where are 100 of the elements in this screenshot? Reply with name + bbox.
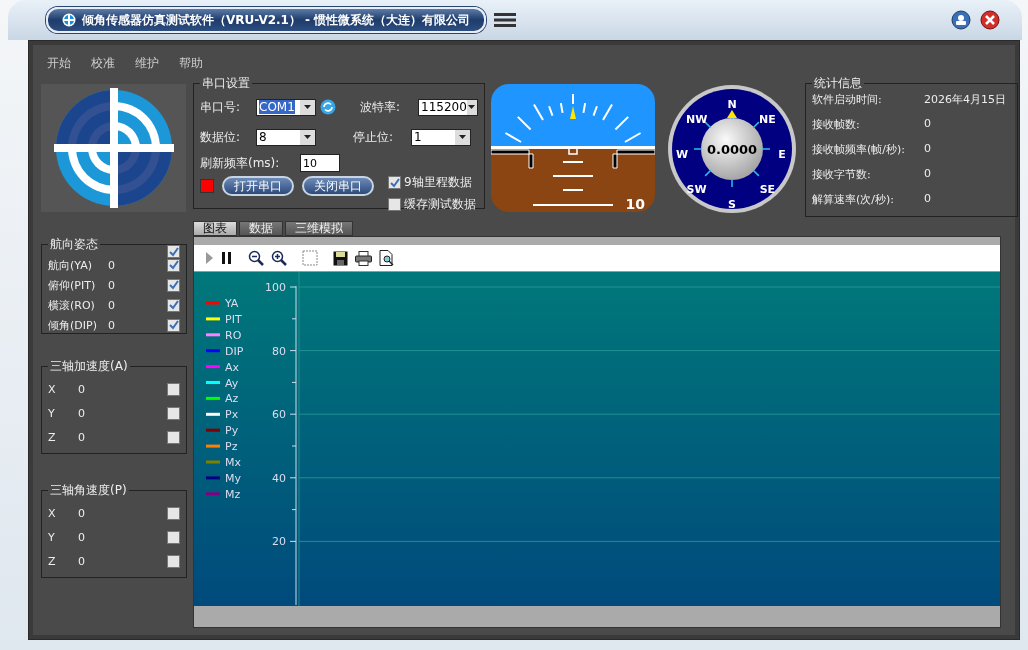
close-button[interactable] xyxy=(980,10,1000,30)
legend-label: Mx xyxy=(225,456,241,469)
channel-value: 0 xyxy=(78,382,86,396)
stop-bits-dropdown[interactable]: 1 xyxy=(411,128,471,146)
play-icon[interactable] xyxy=(204,251,214,265)
channel-label: 俯仰(PIT) xyxy=(48,277,97,293)
dropdown-arrow-icon xyxy=(468,105,476,109)
stat-label: 解算速率(次/秒): xyxy=(812,192,895,207)
field-label: 数据位: xyxy=(200,128,242,146)
checkbox[interactable] xyxy=(167,298,180,312)
checkbox[interactable] xyxy=(167,318,180,332)
compass-direction: SW xyxy=(686,182,707,196)
legend-label: Ay xyxy=(225,376,239,390)
menu-item[interactable]: 校准 xyxy=(91,54,115,72)
y-tick-label: 60 xyxy=(272,408,286,422)
legend-label: PIT xyxy=(225,312,242,326)
stat-label: 接收字节数: xyxy=(812,167,872,182)
field-label: 串口号: xyxy=(200,98,242,116)
channel-label: 倾角(DIP) xyxy=(48,317,98,333)
logo-icon xyxy=(62,13,76,27)
legend-label: Pz xyxy=(225,440,238,454)
legend-label: DIP xyxy=(225,344,244,358)
channel-value: 0 xyxy=(108,298,116,312)
channel-value: 0 xyxy=(78,430,86,444)
pause-icon[interactable] xyxy=(221,251,233,265)
channel-label: Z xyxy=(48,430,57,444)
save-icon[interactable] xyxy=(333,250,348,266)
channel-label: Y xyxy=(48,406,56,420)
field-label: 刷新频率(ms): xyxy=(200,154,281,172)
compass-direction: S xyxy=(728,197,736,211)
baud-dropdown[interactable]: 115200 xyxy=(418,98,478,116)
channel-value: 0 xyxy=(78,506,86,520)
dropdown-arrow-icon xyxy=(459,135,466,139)
checkbox[interactable] xyxy=(167,554,180,568)
checkbox[interactable] xyxy=(167,278,180,292)
compass-direction: W xyxy=(675,147,689,161)
print-preview-icon[interactable] xyxy=(379,250,394,266)
minimize-button[interactable] xyxy=(951,10,971,30)
channel-value: 0 xyxy=(78,530,86,544)
channel-label: X xyxy=(48,382,57,396)
window-title: 倾角传感器仿真测试软件（VRU-V2.1） - 惯性微系统（大连）有限公司 xyxy=(46,7,487,33)
channel-value: 0 xyxy=(108,318,116,332)
tab[interactable]: 数据 xyxy=(239,221,283,236)
checkbox[interactable] xyxy=(167,530,180,544)
close-port-button[interactable]: 关闭串口 xyxy=(302,176,374,196)
channel-label: Z xyxy=(48,554,57,568)
pitch-reading: 10 xyxy=(625,196,645,212)
menu-item[interactable]: 开始 xyxy=(47,54,71,72)
checkbox-label: 9轴里程数据 xyxy=(404,174,472,191)
field-label: 波特率: xyxy=(360,98,402,116)
refresh-icon[interactable] xyxy=(320,99,336,115)
dropdown-arrow-icon xyxy=(304,105,311,109)
refresh-rate-field[interactable]: 10 xyxy=(300,154,340,172)
compass-direction: E xyxy=(778,147,786,161)
tab[interactable]: 三维模拟 xyxy=(285,221,353,236)
checkbox[interactable] xyxy=(167,382,180,396)
checkbox[interactable] xyxy=(167,406,180,420)
data-bits-dropdown[interactable]: 8 xyxy=(256,128,316,146)
menu-item[interactable]: 帮助 xyxy=(179,54,203,72)
legend-label: Px xyxy=(225,408,239,422)
compass-direction: NW xyxy=(685,112,708,126)
stat-value: 0 xyxy=(924,192,931,205)
dropdown-arrow-icon xyxy=(304,135,311,139)
zoom-in-icon[interactable] xyxy=(271,250,287,266)
tab[interactable]: 图表 xyxy=(193,221,237,236)
y-tick-label: 80 xyxy=(272,344,286,358)
legend-label: Az xyxy=(225,392,239,406)
channel-label: Y xyxy=(48,530,56,544)
group-title: 航向姿态 xyxy=(50,237,98,251)
checkbox[interactable] xyxy=(388,198,401,211)
checkbox-label: 缓存测试数据 xyxy=(404,196,476,213)
checkbox[interactable] xyxy=(167,245,180,258)
menu-item[interactable]: 维护 xyxy=(135,54,159,72)
port-dropdown[interactable]: COM1 xyxy=(256,98,316,116)
checkbox[interactable] xyxy=(167,258,180,272)
legend-label: Mz xyxy=(225,487,241,501)
stat-value: 0 xyxy=(924,142,931,155)
legend-label: YA xyxy=(225,297,239,310)
compass-direction: NE xyxy=(759,112,776,126)
channel-label: X xyxy=(48,506,57,520)
menu-icon[interactable] xyxy=(494,13,517,27)
zoom-out-icon[interactable] xyxy=(248,250,264,266)
compass-direction: SE xyxy=(759,182,776,196)
stat-label: 软件启动时间: xyxy=(812,92,883,107)
legend-label: Py xyxy=(225,424,239,438)
print-icon[interactable] xyxy=(355,250,372,266)
checkbox[interactable] xyxy=(167,506,180,520)
checkbox[interactable] xyxy=(388,176,401,189)
heading-reading: 0.0000 xyxy=(706,141,758,157)
y-tick-label: 40 xyxy=(272,471,286,485)
legend-label: Ax xyxy=(225,360,240,374)
group-title: 统计信息 xyxy=(814,76,862,90)
stat-value: 2026年4月15日 xyxy=(924,92,1006,107)
open-port-button[interactable]: 打开串口 xyxy=(222,176,294,196)
checkbox[interactable] xyxy=(167,430,180,444)
group-title: 三轴加速度(A) xyxy=(50,359,128,373)
y-tick-label: 20 xyxy=(272,535,286,549)
channel-value: 0 xyxy=(78,406,86,420)
channel-label: 横滚(RO) xyxy=(48,297,96,313)
stat-value: 0 xyxy=(924,167,931,180)
